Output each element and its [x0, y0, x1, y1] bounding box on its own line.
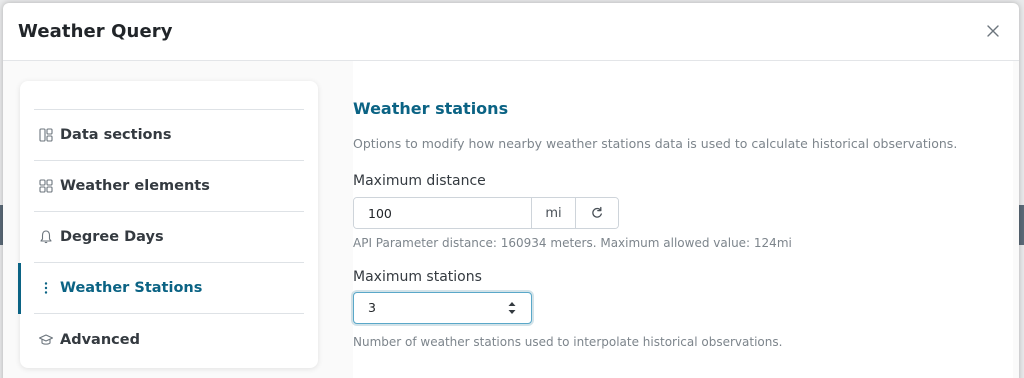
close-icon [987, 25, 999, 37]
max-distance-input[interactable] [354, 198, 532, 228]
max-stations-input[interactable] [354, 293, 504, 322]
weather-query-modal: Weather Query Data sections Weather elem… [3, 3, 1019, 378]
section-nav: Data sections Weather elements Degree Da… [18, 81, 318, 368]
max-stations-label: Maximum stations [353, 269, 482, 285]
mortarboard-icon [38, 332, 54, 348]
section-description: Options to modify how nearby weather sta… [353, 136, 958, 151]
modal-title: Weather Query [18, 21, 173, 42]
max-stations-stepper [353, 292, 532, 324]
max-stations-help: Number of weather stations used to inter… [353, 335, 783, 349]
nav-item-label: Degree Days [60, 229, 164, 245]
nav-item-label: Advanced [60, 331, 140, 348]
nav-item-degree-days[interactable]: Degree Days [34, 212, 304, 263]
max-distance-help: API Parameter distance: 160934 meters. M… [353, 236, 792, 250]
section-nav-list: Data sections Weather elements Degree Da… [18, 109, 304, 365]
nav-item-weather-elements[interactable]: Weather elements [34, 161, 304, 212]
settings-panel: Weather stations Options to modify how n… [353, 61, 1013, 378]
nav-item-label: Data sections [60, 127, 172, 143]
max-distance-group: mi [353, 197, 619, 229]
nav-item-weather-stations[interactable]: Weather Stations [18, 263, 304, 314]
reset-icon [592, 206, 602, 218]
nav-item-data-sections[interactable]: Data sections [34, 110, 304, 161]
distance-unit: mi [532, 198, 576, 228]
max-distance-label: Maximum distance [353, 173, 486, 189]
dots-vertical-icon [38, 280, 54, 296]
modal-body: Data sections Weather elements Degree Da… [3, 61, 1019, 378]
nav-item-label: Weather Stations [60, 280, 203, 296]
bell-icon [38, 229, 54, 245]
settings-panel-inner: Weather stations Options to modify how n… [353, 99, 993, 349]
section-title: Weather stations [353, 99, 509, 118]
modal-header: Weather Query [3, 3, 1019, 61]
nav-item-label: Weather elements [60, 178, 210, 194]
reset-distance-button[interactable] [576, 198, 618, 228]
columns-icon [38, 127, 54, 143]
up-down-arrows-icon [508, 302, 516, 314]
nav-item-advanced[interactable]: Advanced [34, 314, 304, 365]
grid-icon [38, 178, 54, 194]
stepper-spin-button[interactable] [507, 299, 517, 317]
close-button[interactable] [985, 23, 1001, 39]
